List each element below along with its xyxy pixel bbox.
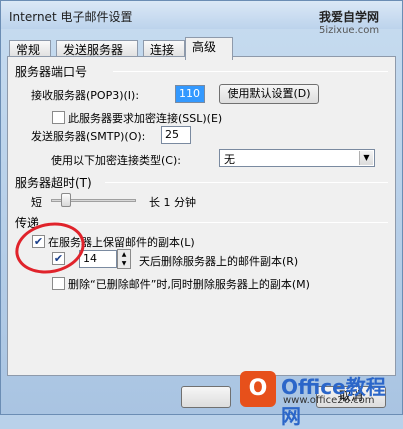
outgoing-port-input[interactable]: 25 bbox=[161, 126, 191, 144]
timeout-section-title: 服务器超时(T) bbox=[15, 176, 92, 190]
ports-separator bbox=[113, 71, 388, 72]
encryption-type-value: 无 bbox=[224, 153, 235, 166]
encryption-type-select[interactable]: 无 ▼ bbox=[219, 149, 375, 167]
spin-up-icon[interactable]: ▲ bbox=[118, 250, 130, 259]
watermark-url: www.office26.com bbox=[283, 395, 375, 406]
remove-deleted-label: 删除“已删除邮件”时,同时删除服务器上的副本(M) bbox=[68, 278, 310, 291]
spin-down-icon[interactable]: ▼ bbox=[118, 259, 130, 268]
remove-deleted-checkbox[interactable] bbox=[52, 277, 65, 290]
days-spinner[interactable]: ▲ ▼ bbox=[117, 249, 131, 269]
watermark-top: 我爱自学网 5izixue.com bbox=[319, 11, 401, 37]
tab-advanced[interactable]: 高级 bbox=[185, 37, 233, 60]
chevron-down-icon[interactable]: ▼ bbox=[359, 151, 373, 165]
days-input[interactable]: 14 bbox=[79, 250, 117, 268]
timeout-slider-thumb[interactable] bbox=[61, 193, 71, 207]
timeout-separator bbox=[105, 182, 388, 183]
timeout-long-label: 长 1 分钟 bbox=[149, 196, 196, 209]
window-title: Internet 电子邮件设置 bbox=[9, 10, 133, 24]
outgoing-server-label: 发送服务器(SMTP)(O): bbox=[31, 130, 146, 143]
watermark-top-line1: 我爱自学网 bbox=[319, 10, 380, 24]
use-defaults-button[interactable]: 使用默认设置(D) bbox=[219, 84, 319, 104]
ssl-checkbox[interactable] bbox=[52, 111, 65, 124]
timeout-short-label: 短 bbox=[31, 196, 42, 209]
ok-button[interactable] bbox=[181, 386, 231, 408]
remove-after-label: 天后删除服务器上的邮件副本(R) bbox=[139, 255, 299, 268]
delivery-separator bbox=[49, 222, 388, 223]
office-logo-icon: O bbox=[240, 371, 276, 407]
ssl-label: 此服务器要求加密连接(SSL)(E) bbox=[68, 112, 223, 125]
watermark-top-line2: 5izixue.com bbox=[319, 25, 380, 36]
settings-dialog: Internet 电子邮件设置 我爱自学网 5izixue.com 常规 发送服… bbox=[0, 0, 403, 428]
advanced-panel bbox=[7, 56, 396, 376]
incoming-server-label: 接收服务器(POP3)(I): bbox=[31, 89, 140, 102]
ports-section-title: 服务器端口号 bbox=[15, 65, 88, 79]
encryption-type-label: 使用以下加密连接类型(C): bbox=[51, 154, 181, 167]
incoming-port-input[interactable]: 110 bbox=[175, 85, 205, 103]
